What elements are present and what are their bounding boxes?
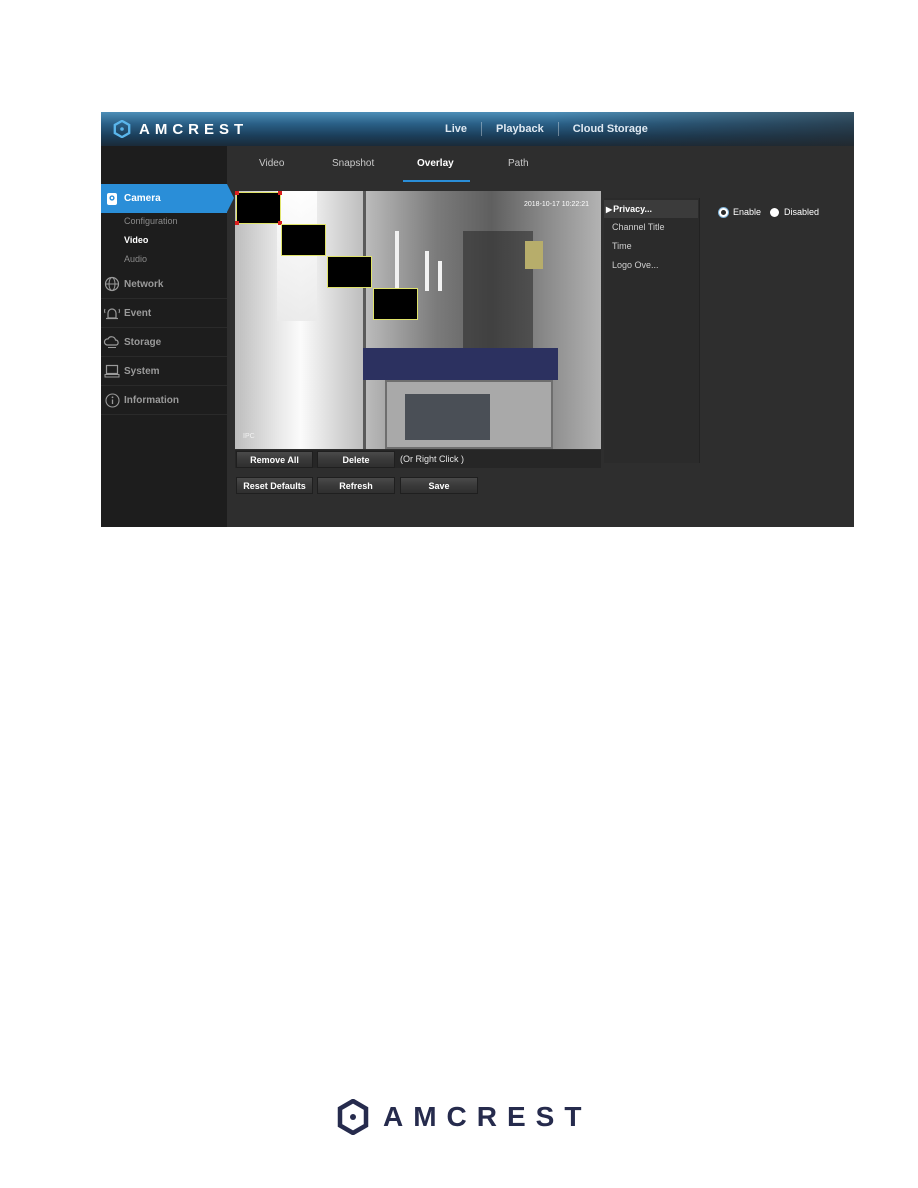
cloud-icon: [101, 333, 123, 351]
disabled-label: Disabled: [784, 207, 820, 217]
footer-brand-name: AMCREST: [383, 1101, 592, 1132]
active-tab-indicator: [403, 180, 470, 182]
scene-sign: [525, 241, 543, 269]
privacy-mode-radio-group: Enable Disabled: [719, 207, 828, 217]
camera-icon: [101, 190, 123, 208]
overlay-item-label: Privacy...: [613, 204, 653, 214]
overlay-item-privacy[interactable]: ▶ Privacy...: [604, 200, 698, 218]
info-icon: [101, 391, 123, 409]
resize-handle[interactable]: [235, 221, 239, 225]
tab-overlay[interactable]: Overlay: [417, 158, 454, 169]
enable-label: Enable: [733, 207, 762, 217]
sidebar-item-label: System: [124, 365, 160, 377]
nav-playback[interactable]: Playback: [482, 123, 558, 135]
remove-all-button[interactable]: Remove All: [236, 451, 313, 468]
resize-handle[interactable]: [278, 191, 282, 195]
amcrest-logo-icon: [113, 120, 131, 138]
delete-hint: (Or Right Click ): [400, 454, 465, 464]
brand-name: AMCREST: [139, 120, 249, 138]
sidebar-item-camera[interactable]: Camera: [101, 184, 234, 213]
scene-cabinet-glass: [405, 394, 490, 440]
overlay-item-channel-title[interactable]: Channel Title: [612, 222, 665, 232]
privacy-mask[interactable]: [327, 256, 372, 288]
amcrest-logo-icon: [337, 1099, 369, 1135]
scene-equipment: [463, 231, 533, 351]
save-button[interactable]: Save: [400, 477, 478, 494]
sidebar-item-information[interactable]: Information: [101, 386, 227, 415]
disabled-radio[interactable]: [770, 207, 780, 217]
enable-radio[interactable]: [719, 207, 728, 217]
network-globe-icon: [101, 275, 123, 293]
amcrest-web-ui: AMCREST Live Playback Cloud Storage Came…: [101, 112, 854, 527]
reset-defaults-button[interactable]: Reset Defaults: [236, 477, 313, 494]
privacy-mask[interactable]: [281, 224, 326, 256]
scene-light: [425, 251, 429, 291]
sidebar-item-event[interactable]: Event: [101, 299, 227, 328]
scene-light: [438, 261, 442, 291]
video-preview[interactable]: 2018-10-17 10:22:21 IPC: [235, 191, 601, 449]
sidebar-sub-audio[interactable]: Audio: [124, 254, 147, 264]
brand-logo: AMCREST: [113, 120, 248, 138]
selected-arrow-icon: ▶: [606, 204, 613, 214]
resize-handle[interactable]: [235, 191, 239, 195]
top-nav: Live Playback Cloud Storage: [431, 112, 662, 146]
computer-icon: [101, 362, 123, 380]
scene-light: [395, 231, 399, 296]
privacy-mask[interactable]: [373, 288, 418, 320]
overlay-item-time[interactable]: Time: [612, 241, 632, 251]
sidebar-item-label: Event: [124, 307, 152, 319]
overlay-item-logo-overlay[interactable]: Logo Ove...: [612, 260, 659, 270]
scene-counter: [363, 348, 558, 380]
nav-cloud-storage[interactable]: Cloud Storage: [559, 123, 662, 135]
scene-door-frame: [363, 191, 366, 449]
settings-tabs: Video Snapshot Overlay Path: [227, 146, 854, 182]
scene-window: [277, 191, 317, 321]
tab-snapshot[interactable]: Snapshot: [332, 158, 374, 169]
osd-channel-label: IPC: [243, 433, 255, 440]
sidebar-item-system[interactable]: System: [101, 357, 227, 386]
footer-brand-logo: AMCREST: [337, 1099, 591, 1135]
alarm-bell-icon: [101, 304, 123, 322]
sidebar: Camera Configuration Video Audio Network…: [101, 146, 234, 527]
privacy-mask-selected[interactable]: [235, 191, 282, 225]
sidebar-sub-configuration[interactable]: Configuration: [124, 216, 178, 226]
scene-cabinet: [385, 380, 553, 449]
refresh-button[interactable]: Refresh: [317, 477, 395, 494]
overlay-type-list: ▶ Privacy... Channel Title Time Logo Ove…: [604, 198, 700, 463]
tab-video[interactable]: Video: [259, 158, 284, 169]
osd-timestamp: 2018-10-17 10:22:21: [524, 201, 589, 208]
sidebar-sub-video[interactable]: Video: [124, 235, 148, 245]
nav-live[interactable]: Live: [431, 123, 481, 135]
sidebar-item-label: Storage: [124, 336, 162, 348]
delete-button[interactable]: Delete: [317, 451, 395, 468]
sidebar-item-network[interactable]: Network: [101, 270, 227, 299]
sidebar-item-label: Network: [124, 278, 164, 290]
top-bar: AMCREST Live Playback Cloud Storage: [101, 112, 854, 146]
tab-path[interactable]: Path: [508, 158, 529, 169]
sidebar-item-storage[interactable]: Storage: [101, 328, 227, 357]
sidebar-item-label: Information: [124, 394, 179, 406]
sidebar-item-label: Camera: [124, 193, 161, 204]
